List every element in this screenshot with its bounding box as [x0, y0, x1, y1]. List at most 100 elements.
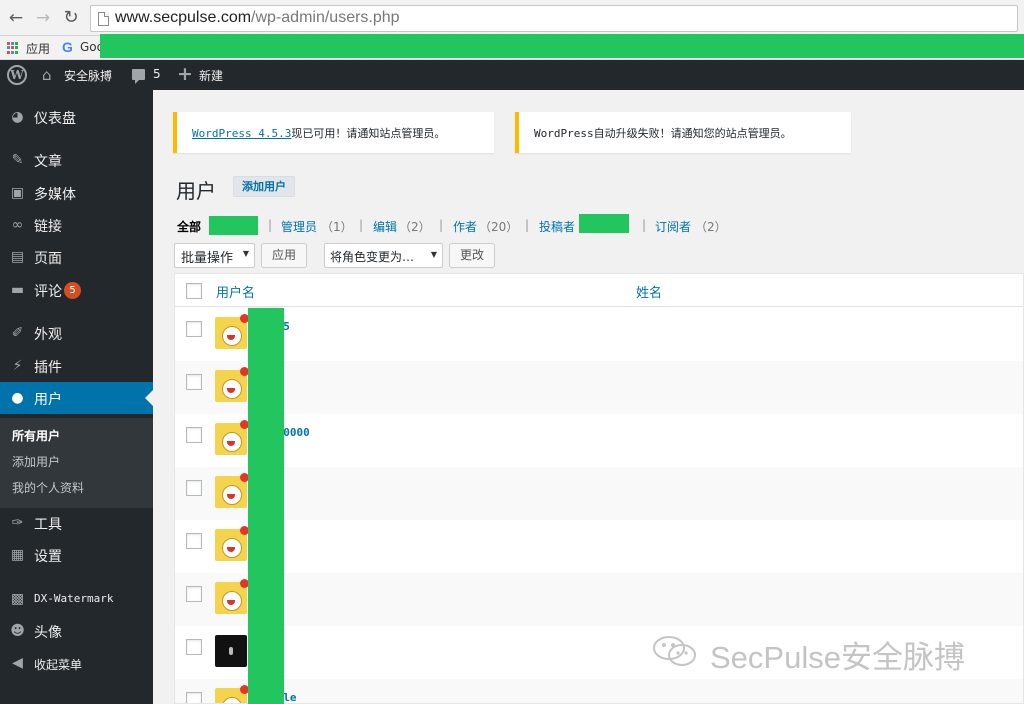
sidebar-item-label: 文章: [34, 154, 62, 170]
row-checkbox[interactable]: [186, 321, 202, 337]
table-row: aple: [175, 679, 1023, 703]
user-avatar[interactable]: [215, 526, 249, 561]
row-checkbox[interactable]: [186, 533, 202, 549]
column-name[interactable]: 姓名: [636, 282, 662, 301]
user-avatar[interactable]: [215, 367, 249, 402]
filter-subscribers[interactable]: 订阅者: [655, 218, 691, 235]
filter-authors-count: （20）: [479, 220, 519, 234]
user-icon: ●: [11, 390, 24, 406]
table-row: [175, 361, 1023, 414]
sidebar-item-posts[interactable]: ✎ 文章: [0, 144, 153, 176]
table-row: n: [175, 520, 1023, 573]
redaction-block: [100, 34, 1024, 58]
user-avatar[interactable]: [215, 473, 249, 508]
filter-administrators[interactable]: 管理员: [281, 218, 317, 235]
comment-icon: ▬: [10, 282, 25, 298]
sidebar-item-label: 插件: [34, 360, 62, 376]
table-header: 用户名 姓名: [175, 274, 1023, 307]
watermark-text: SecPulse安全脉搏: [710, 640, 965, 675]
sidebar-item-pages[interactable]: ▤ 页面: [0, 241, 153, 273]
redaction-block: [209, 216, 258, 235]
user-avatar[interactable]: [215, 579, 249, 614]
dashboard-icon: ◕: [11, 109, 24, 125]
sidebar-item-appearance[interactable]: ✐ 外观: [0, 317, 153, 349]
submenu-profile[interactable]: 我的个人资料: [12, 479, 84, 496]
user-avatar[interactable]: [215, 685, 249, 703]
column-username[interactable]: 用户名: [216, 282, 255, 301]
comment-count-badge: 5: [64, 282, 81, 299]
table-row: [175, 467, 1023, 520]
filter-separator: |: [642, 218, 647, 232]
collapse-icon: ◀: [12, 655, 23, 671]
sidebar-item-tools[interactable]: ✑ 工具: [0, 507, 153, 539]
sidebar-item-avatar[interactable]: ☻ 头像: [0, 615, 153, 647]
add-user-button[interactable]: 添加用户: [233, 176, 295, 197]
row-checkbox[interactable]: [186, 427, 202, 443]
sidebar-item-settings[interactable]: ▦ 设置: [0, 539, 153, 571]
change-role-select[interactable]: 将角色变更为… ▼: [324, 243, 443, 268]
filter-administrators-count: （1）: [321, 220, 353, 234]
admin-bar: W ⌂ 安全脉搏 5 + 新建: [0, 60, 1024, 90]
filter-editors[interactable]: 编辑: [373, 218, 397, 235]
back-arrow-icon[interactable]: ←: [6, 8, 26, 28]
browser-toolbar: ← → ↻ www.secpulse.com/wp-admin/users.ph…: [0, 0, 1024, 36]
page-icon: [98, 12, 109, 26]
row-checkbox[interactable]: [186, 374, 202, 390]
row-checkbox[interactable]: [186, 639, 202, 655]
new-content-link[interactable]: 新建: [199, 67, 223, 84]
bulk-actions-select[interactable]: 批量操作 ▼: [174, 243, 255, 268]
settings-icon: ▦: [10, 547, 25, 563]
sidebar-item-users[interactable]: ● 用户: [0, 382, 153, 414]
table-row: ye: [175, 573, 1023, 626]
change-role-value: 将角色变更为…: [330, 250, 415, 264]
media-icon: ▣: [10, 185, 25, 201]
table-row: 000000: [175, 414, 1023, 467]
url-host: www.secpulse.com: [115, 9, 252, 26]
sidebar-item-media[interactable]: ▣ 多媒体: [0, 177, 153, 209]
filter-all[interactable]: 全部: [177, 218, 201, 235]
row-checkbox[interactable]: [186, 480, 202, 496]
user-avatar[interactable]: [215, 314, 249, 349]
bookmark-apps[interactable]: 应用: [26, 40, 50, 57]
sidebar-collapse-menu[interactable]: ◀ 收起菜单: [0, 647, 153, 679]
row-checkbox[interactable]: [186, 586, 202, 602]
watermark-icon: ▩: [10, 591, 25, 607]
filter-contributors[interactable]: 投稿者: [539, 218, 575, 235]
submenu-add-user[interactable]: 添加用户: [12, 453, 60, 470]
filter-separator: |: [439, 218, 444, 232]
page-icon: ▤: [10, 249, 25, 265]
sidebar-item-dx-watermark[interactable]: ▩ DX-Watermark: [0, 583, 153, 615]
sidebar-item-label: DX-Watermark: [34, 592, 114, 605]
comment-bubble-icon[interactable]: [132, 69, 145, 84]
submenu-all-users[interactable]: 所有用户: [12, 427, 60, 444]
url-path: /wp-admin/users.php: [251, 9, 400, 26]
update-notice-text: 现已可用！请通知站点管理员。: [291, 127, 446, 140]
sidebar-item-label: 工具: [34, 517, 62, 533]
address-bar[interactable]: www.secpulse.com/wp-admin/users.php: [90, 5, 1018, 32]
reload-icon[interactable]: ↻: [61, 8, 81, 28]
sidebar-item-dashboard[interactable]: ◕ 仪表盘: [0, 101, 153, 133]
wordpress-logo-icon[interactable]: W: [7, 65, 27, 85]
apply-button[interactable]: 应用: [261, 243, 307, 268]
forward-arrow-icon[interactable]: →: [33, 8, 53, 28]
sidebar-item-comments[interactable]: ▬ 评论 5: [0, 274, 153, 306]
update-link[interactable]: WordPress 4.5.3: [192, 127, 291, 140]
select-all-checkbox[interactable]: [186, 283, 202, 299]
sidebar-item-label: 评论: [34, 284, 62, 300]
plus-icon[interactable]: +: [177, 63, 193, 85]
site-name-link[interactable]: 安全脉搏: [64, 67, 112, 84]
row-checkbox[interactable]: [186, 692, 202, 703]
filter-separator: |: [359, 218, 364, 232]
filter-authors[interactable]: 作者: [453, 218, 477, 235]
change-role-button[interactable]: 更改: [449, 243, 495, 268]
user-avatar[interactable]: [215, 420, 249, 455]
sidebar-item-plugins[interactable]: ⚡ 插件: [0, 350, 153, 382]
comment-count[interactable]: 5: [153, 67, 161, 81]
apps-grid-icon[interactable]: [7, 42, 19, 54]
brush-icon: ✐: [11, 325, 24, 341]
sidebar-item-links[interactable]: ∞ 链接: [0, 209, 153, 241]
filter-separator: |: [525, 218, 530, 232]
avatar-icon: ☻: [10, 623, 25, 639]
user-avatar[interactable]: [215, 635, 247, 667]
home-icon[interactable]: ⌂: [42, 66, 52, 84]
